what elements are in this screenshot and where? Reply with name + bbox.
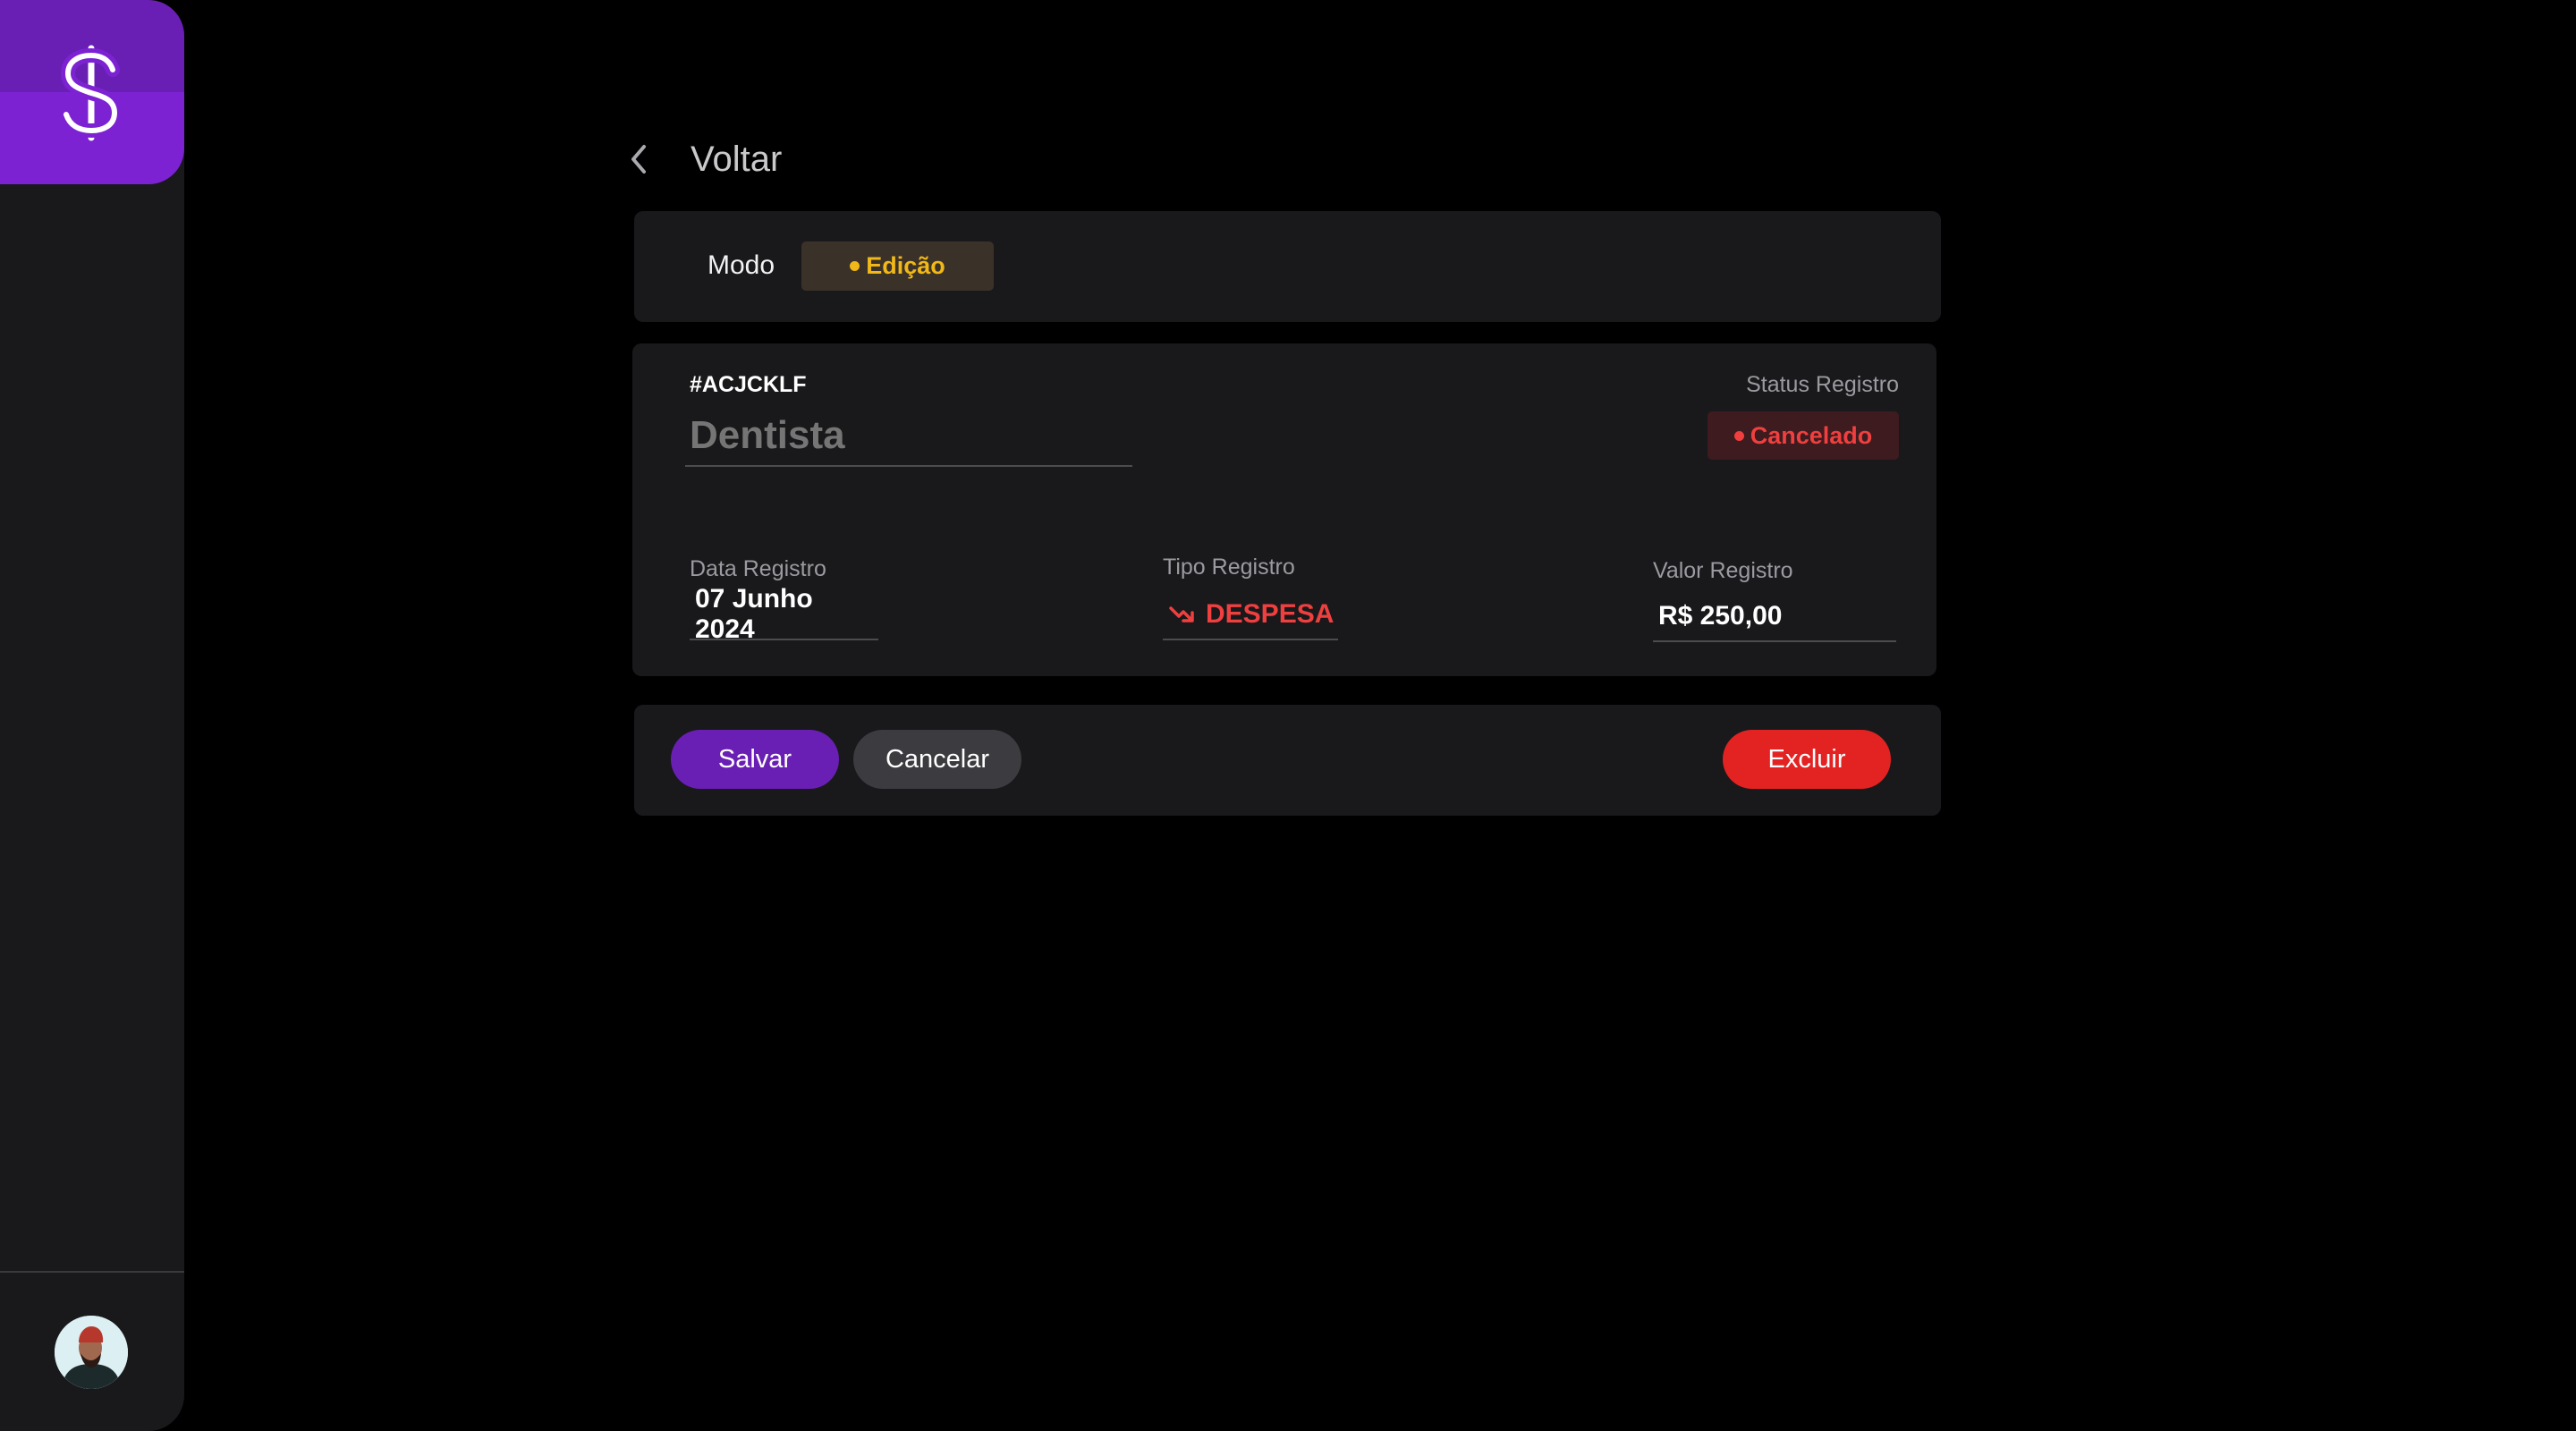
date-field[interactable]: 07 Junho 2024	[690, 584, 878, 644]
sidebar	[0, 0, 184, 1431]
amount-value: R$ 250,00	[1658, 601, 1783, 631]
mode-dot-icon	[850, 261, 860, 271]
trending-down-icon	[1169, 606, 1194, 622]
status-label: Status Registro	[1746, 372, 1899, 397]
chevron-left-icon	[631, 145, 646, 174]
type-value: DESPESA	[1206, 599, 1335, 629]
type-field[interactable]: DESPESA	[1163, 590, 1338, 640]
mode-card: Modo Edição	[634, 211, 1941, 322]
record-code: #ACJCKLF	[690, 372, 807, 397]
back-label: Voltar	[691, 139, 783, 179]
mode-badge: Edição	[801, 241, 994, 291]
mode-label: Modo	[708, 250, 775, 280]
record-name-input[interactable]	[685, 406, 1132, 467]
date-value: 07 Junho 2024	[695, 584, 813, 644]
actions-card: Salvar Cancelar Excluir	[634, 705, 1941, 816]
status-badge-text: Cancelado	[1750, 421, 1873, 449]
date-label: Data Registro	[690, 556, 826, 581]
user-avatar-image	[55, 1316, 128, 1389]
status-dot-icon	[1733, 430, 1744, 441]
dollar-sign-icon	[59, 45, 123, 141]
back-link[interactable]: Voltar	[626, 132, 782, 186]
amount-label: Valor Registro	[1653, 558, 1793, 583]
sidebar-divider	[0, 1271, 184, 1273]
status-badge[interactable]: Cancelado	[1707, 411, 1899, 460]
delete-button[interactable]: Excluir	[1723, 730, 1891, 789]
save-button[interactable]: Salvar	[671, 730, 839, 789]
type-label: Tipo Registro	[1163, 555, 1295, 580]
avatar[interactable]	[55, 1316, 128, 1389]
amount-field[interactable]: R$ 250,00	[1653, 592, 1896, 642]
app-logo[interactable]	[0, 0, 184, 184]
cancel-button[interactable]: Cancelar	[853, 730, 1021, 789]
mode-badge-text: Edição	[866, 252, 945, 279]
record-card: #ACJCKLF Status Registro Cancelado Data …	[632, 343, 1936, 676]
